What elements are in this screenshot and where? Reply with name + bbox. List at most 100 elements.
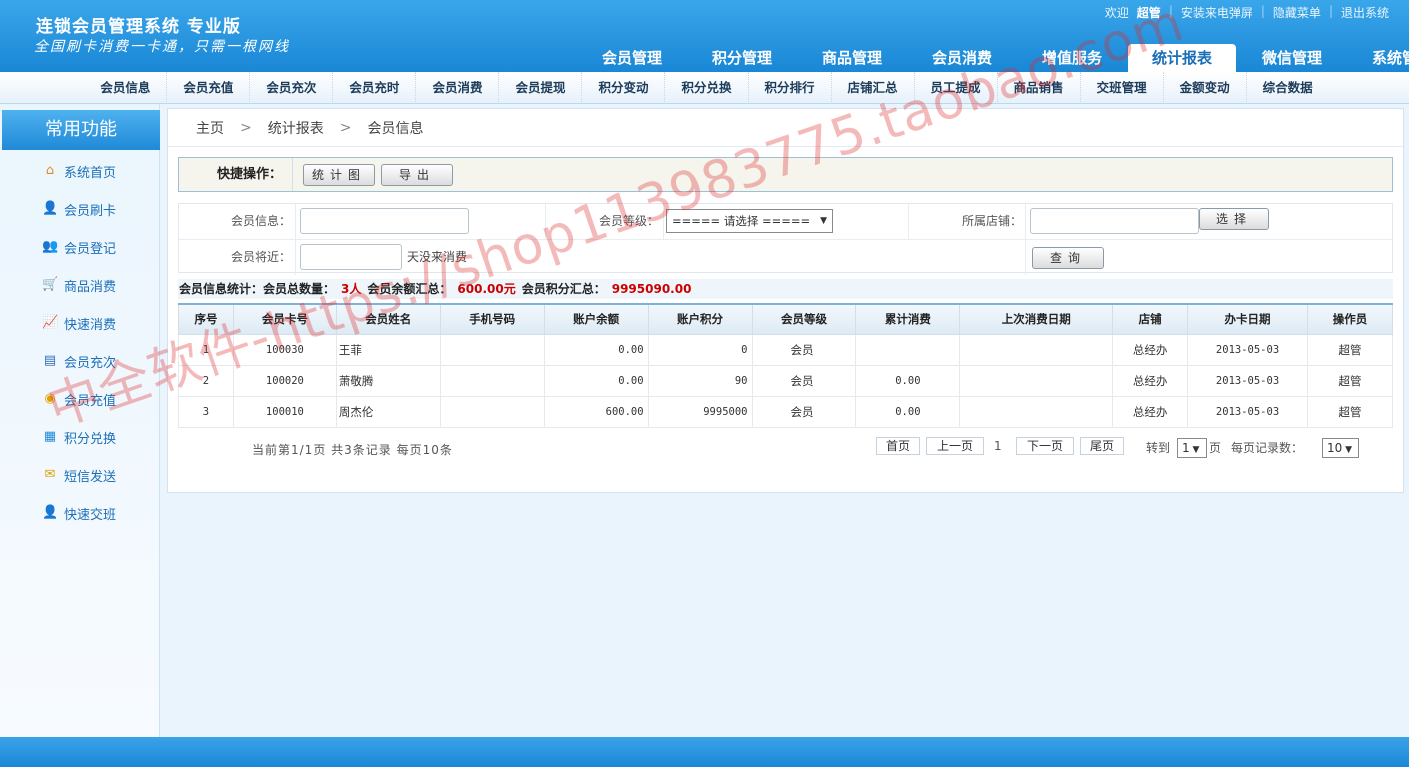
member-info-label: 会员信息： (230, 214, 291, 228)
subnav-store-summary[interactable]: 店铺汇总 (832, 72, 915, 104)
subnav-points-ranking[interactable]: 积分排行 (749, 72, 832, 104)
app-title: 连锁会员管理系统 专业版 (36, 17, 241, 37)
subnav-member-times[interactable]: 会员充次 (250, 72, 334, 104)
subnav-staff-commission[interactable]: 员工提成 (915, 72, 998, 104)
chart-icon: 📈 (42, 315, 59, 330)
sidebar-item-home[interactable]: ⌂ 系统首页 (0, 152, 160, 190)
last-page-button[interactable]: 尾页 (1080, 437, 1124, 455)
col-last-date[interactable]: 上次消费日期 (959, 303, 1114, 335)
form-row: 会员将近： 天没来消费 查询 (179, 239, 1392, 275)
member-count: 3人 (341, 282, 362, 296)
subnav-member-consumption[interactable]: 会员消费 (416, 72, 500, 104)
per-page-select[interactable]: 10 ▼ (1322, 438, 1359, 458)
sidebar: 常用功能 ⌂ 系统首页 👤 会员刷卡 👥 会员登记 🛒 商品消费 📈 快速消费 … (0, 104, 160, 737)
first-page-button[interactable]: 首页 (876, 437, 920, 455)
member-level-select[interactable]: ===== 请选择 ===== ▼ (666, 209, 833, 233)
chevron-right-icon: > (240, 119, 252, 136)
subnav-shift-management[interactable]: 交班管理 (1081, 72, 1164, 104)
subnav-points-exchange[interactable]: 积分兑换 (665, 72, 749, 104)
tab-statistics-reports[interactable]: 统计报表 (1128, 44, 1236, 72)
query-button[interactable]: 查询 (1032, 247, 1104, 269)
cell-total-consumption (855, 333, 961, 366)
tab-product-management[interactable]: 商品管理 (798, 44, 906, 72)
member-info-input[interactable] (300, 208, 469, 234)
dropdown-arrow-icon: ▼ (820, 216, 827, 226)
col-index[interactable]: 序号 (178, 303, 234, 335)
subnav-member-info[interactable]: 会员信息 (84, 72, 168, 104)
col-operator[interactable]: 操作员 (1306, 303, 1394, 335)
col-store[interactable]: 店铺 (1112, 303, 1189, 335)
col-name[interactable]: 会员姓名 (335, 303, 441, 335)
cell-level: 会员 (751, 364, 857, 397)
next-page-button[interactable]: 下一页 (1016, 437, 1074, 455)
table-row[interactable]: 1 100030 王菲 0.00 0 会员 总经办 2013-05-03 超管 (178, 333, 1394, 366)
subnav-product-sales[interactable]: 商品销售 (998, 72, 1081, 104)
balance-label: 会员余额汇总： (367, 282, 452, 296)
subnav-member-recharge[interactable]: 会员充值 (167, 72, 251, 104)
col-level[interactable]: 会员等级 (751, 303, 857, 335)
export-button[interactable]: 导出 (381, 164, 453, 186)
subnav-member-withdraw[interactable]: 会员提现 (499, 72, 583, 104)
hide-menu-link[interactable]: 隐藏菜单 (1265, 4, 1329, 21)
user-card-icon: 👤 (42, 201, 59, 216)
sidebar-item-product-consumption[interactable]: 🛒 商品消费 (0, 266, 160, 304)
cell-balance: 0.00 (543, 333, 649, 366)
cell-phone (439, 333, 545, 366)
subnav-amount-change[interactable]: 金额变动 (1164, 72, 1247, 104)
cell-operator: 超管 (1306, 395, 1394, 428)
cell-index: 1 (178, 333, 234, 366)
col-points[interactable]: 账户积分 (647, 303, 753, 335)
breadcrumb: 主页 > 统计报表 > 会员信息 (168, 109, 1403, 147)
recent-label: 会员将近： (230, 250, 291, 264)
sidebar-item-points-exchange[interactable]: ▦ 积分兑换 (0, 418, 160, 456)
sidebar-item-label: 快速消费 (64, 317, 117, 333)
col-balance[interactable]: 账户余额 (543, 303, 649, 335)
quick-actions-bar: 快捷操作： 统计图 导出 (178, 157, 1393, 192)
store-input[interactable] (1030, 208, 1199, 234)
col-card-date[interactable]: 办卡日期 (1187, 303, 1308, 335)
tab-points-management[interactable]: 积分管理 (688, 44, 796, 72)
subnav-member-time[interactable]: 会员充时 (333, 72, 417, 104)
goto-page-select[interactable]: 1 ▼ (1177, 438, 1207, 458)
tab-member-consumption[interactable]: 会员消费 (908, 44, 1016, 72)
col-card-no[interactable]: 会员卡号 (232, 303, 337, 335)
sidebar-item-quick-shift[interactable]: 👤 快速交班 (0, 494, 160, 532)
store-label: 所属店铺： (961, 214, 1022, 228)
statistics-chart-button[interactable]: 统计图 (303, 164, 375, 186)
tab-wechat-management[interactable]: 微信管理 (1238, 44, 1346, 72)
recent-days-input[interactable] (300, 244, 402, 270)
quick-actions-label: 快捷操作： (179, 158, 293, 191)
cart-icon: 🛒 (42, 277, 59, 292)
install-popup-link[interactable]: 安装来电弹屏 (1173, 4, 1261, 21)
breadcrumb-reports[interactable]: 统计报表 (268, 118, 324, 138)
table-row[interactable]: 3 100010 周杰伦 600.00 9995000 会员 0.00 总经办 … (178, 395, 1394, 428)
cell-card-date: 2013-05-03 (1187, 364, 1308, 397)
breadcrumb-home[interactable]: 主页 (196, 118, 224, 138)
cell-balance: 600.00 (543, 395, 649, 428)
sidebar-item-label: 会员登记 (64, 241, 117, 257)
tab-member-management[interactable]: 会员管理 (578, 44, 686, 72)
subnav-points-change[interactable]: 积分变动 (582, 72, 666, 104)
subnav-overall-data[interactable]: 综合数据 (1247, 72, 1329, 104)
stats-prefix: 会员信息统计：会员总数量： (179, 282, 336, 296)
tab-system-management[interactable]: 系统管理 (1348, 44, 1409, 72)
sidebar-item-quick-consumption[interactable]: 📈 快速消费 (0, 304, 160, 342)
logout-link[interactable]: 退出系统 (1333, 4, 1397, 21)
table-row[interactable]: 2 100020 萧敬腾 0.00 90 会员 0.00 总经办 2013-05… (178, 364, 1394, 397)
select-store-button[interactable]: 选择 (1199, 208, 1269, 230)
users-icon: 👥 (42, 239, 59, 254)
col-phone[interactable]: 手机号码 (439, 303, 545, 335)
sidebar-item-register[interactable]: 👥 会员登记 (0, 228, 160, 266)
cell-operator: 超管 (1306, 333, 1394, 366)
prev-page-button[interactable]: 上一页 (926, 437, 984, 455)
current-user: 超管 (1136, 6, 1161, 20)
sidebar-item-sms[interactable]: ✉ 短信发送 (0, 456, 160, 494)
col-total-consumption[interactable]: 累计消费 (855, 303, 961, 335)
page-unit: 页 (1209, 441, 1222, 455)
tab-value-added-services[interactable]: 增值服务 (1018, 44, 1126, 72)
sidebar-item-label: 短信发送 (64, 469, 117, 485)
sidebar-item-member-times[interactable]: ▤ 会员充次 (0, 342, 160, 380)
sidebar-item-swipe-card[interactable]: 👤 会员刷卡 (0, 190, 160, 228)
sidebar-item-member-recharge[interactable]: ◉ 会员充值 (0, 380, 160, 418)
sidebar-item-label: 快速交班 (64, 507, 117, 523)
